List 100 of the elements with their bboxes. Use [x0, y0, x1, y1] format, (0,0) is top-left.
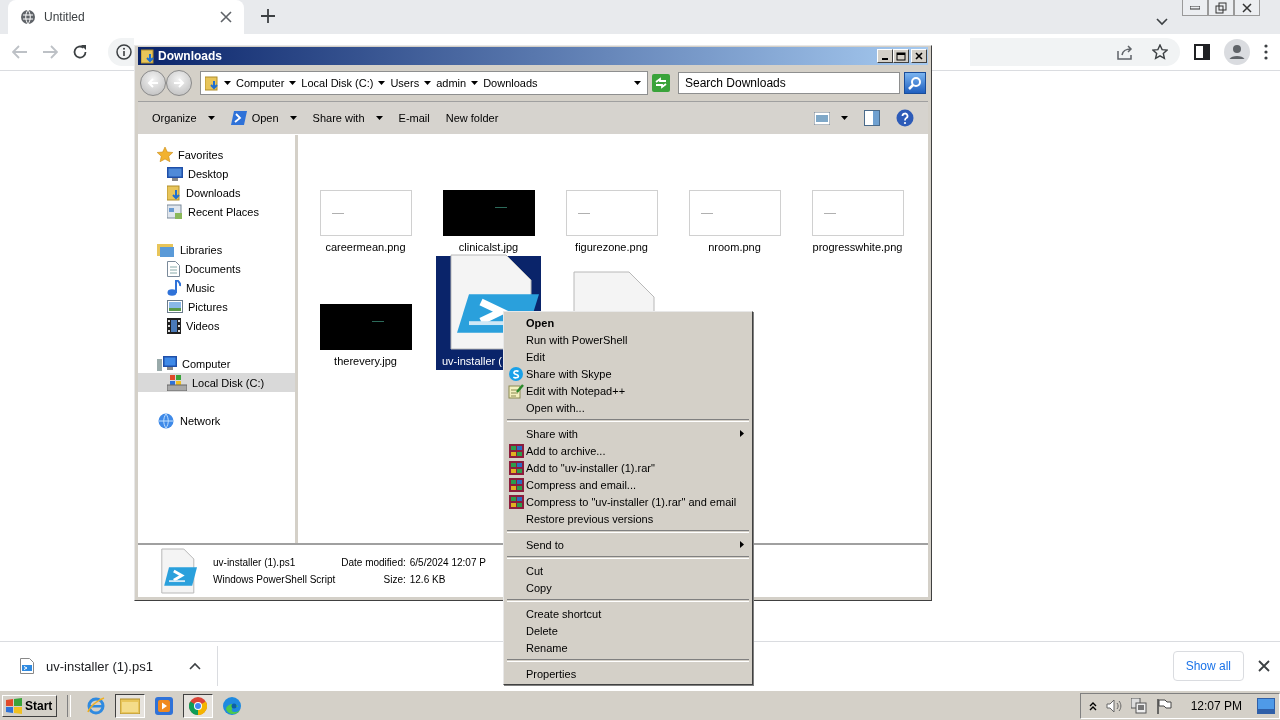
menu-item[interactable]: Add to archive... — [506, 442, 750, 459]
file-item[interactable]: therevery.jpg — [313, 256, 418, 370]
file-item[interactable]: figurezone.png — [559, 142, 664, 256]
menu-item[interactable]: Rename — [506, 639, 750, 656]
side-panel-button[interactable] — [1194, 44, 1210, 60]
nav-item[interactable]: Downloads — [138, 183, 295, 202]
caret-icon — [378, 81, 386, 85]
command-button[interactable]: Organize — [146, 106, 221, 130]
menu-item[interactable]: Copy — [506, 579, 750, 596]
search-field[interactable]: Search Downloads — [678, 72, 900, 94]
help-icon — [896, 109, 914, 127]
nav-item[interactable]: Local Disk (C:) — [138, 373, 295, 392]
command-button[interactable]: New folder — [439, 106, 505, 130]
nav-item[interactable]: Desktop — [138, 164, 295, 183]
menu-item[interactable]: Add to "uv-installer (1).rar" — [506, 459, 750, 476]
caret-icon — [375, 116, 383, 120]
star-icon — [1152, 44, 1168, 60]
menu-item[interactable]: Restore previous versions — [506, 510, 750, 527]
maximize-button[interactable] — [893, 49, 909, 63]
back-button[interactable] — [140, 70, 166, 96]
command-button[interactable]: Open — [224, 106, 303, 130]
bookmark-button[interactable] — [1152, 44, 1168, 60]
breadcrumb-item[interactable]: Users — [390, 77, 420, 89]
file-item[interactable]: nroom.png — [682, 142, 787, 256]
recent-places-icon — [167, 203, 183, 220]
breadcrumb-item[interactable]: Downloads — [483, 77, 538, 89]
info-icon — [116, 44, 132, 60]
pictures-icon — [167, 300, 183, 313]
clock: 12:07 PM — [1190, 698, 1242, 713]
desktop-icon — [167, 166, 183, 181]
folder-icon — [141, 48, 155, 64]
reload-icon — [72, 44, 88, 60]
music-icon — [167, 279, 181, 296]
refresh-button[interactable] — [652, 74, 670, 92]
tab-search-button[interactable] — [1156, 18, 1168, 26]
close-button[interactable] — [1258, 660, 1270, 672]
menu-item[interactable]: Create shortcut — [506, 605, 750, 622]
menu-item[interactable]: Properties — [506, 665, 750, 682]
nav-item[interactable]: Music — [138, 278, 295, 297]
menu-item[interactable]: Cut — [506, 562, 750, 579]
media-player-icon — [155, 696, 174, 715]
edge-icon — [223, 696, 242, 715]
browser-tab[interactable]: Untitled — [8, 0, 244, 34]
nav-item[interactable]: Videos — [138, 316, 295, 335]
refresh-icon — [652, 74, 670, 92]
taskbar-button[interactable] — [183, 693, 214, 718]
script-file-icon — [20, 658, 34, 674]
nav-item[interactable]: Pictures — [138, 297, 295, 316]
breadcrumb-item[interactable]: Computer — [236, 77, 285, 89]
show-hidden-icons-button[interactable] — [1088, 700, 1097, 711]
file-item[interactable]: progresswhite.png — [805, 142, 910, 256]
share-button[interactable] — [1116, 44, 1134, 60]
show-all-button[interactable]: Show all — [1172, 651, 1244, 681]
notepad-icon — [508, 382, 524, 399]
taskbar-button[interactable] — [115, 693, 146, 718]
file-item[interactable]: careermean.png — [313, 142, 418, 256]
nav-item[interactable]: Documents — [138, 259, 295, 278]
file-item[interactable]: clinicalst.jpg — [436, 142, 541, 256]
new-tab-button[interactable] — [258, 6, 278, 26]
nav-item[interactable]: Computer — [138, 354, 295, 373]
close-button[interactable] — [1234, 0, 1260, 16]
profile-button[interactable] — [1224, 39, 1250, 65]
menu-item[interactable]: Open with... — [506, 399, 750, 416]
menu-item[interactable]: Delete — [506, 622, 750, 639]
tab-title: Untitled — [44, 10, 86, 24]
maximize-icon — [896, 51, 906, 61]
menu-item[interactable]: Send to — [506, 536, 750, 553]
nav-item[interactable]: Libraries — [138, 240, 295, 259]
command-button[interactable]: E-mail — [392, 106, 436, 130]
nav-item[interactable]: Network — [138, 411, 295, 430]
document-icon — [167, 260, 180, 277]
menu-item[interactable]: Compress and email... — [506, 476, 750, 493]
address-dropdown-button[interactable] — [634, 81, 641, 85]
chevron-down-icon — [1156, 18, 1168, 26]
command-button[interactable]: Share with — [306, 106, 389, 130]
menu-button[interactable] — [1264, 44, 1268, 60]
address-field[interactable]: Computer Local Disk (C:) Users admin Downloads — [200, 71, 648, 95]
forward-button[interactable] — [166, 70, 192, 96]
caret-icon — [841, 116, 848, 120]
search-button[interactable] — [904, 72, 926, 94]
nav-item[interactable]: Recent Places — [138, 202, 295, 221]
tab-close-button[interactable] — [220, 11, 232, 23]
show-desktop-button[interactable] — [1257, 697, 1275, 714]
internet-explorer-icon — [87, 696, 106, 715]
menu-item[interactable]: Share with — [506, 425, 750, 442]
computer-icon — [157, 355, 177, 372]
breadcrumb-item[interactable]: Local Disk (C:) — [301, 77, 374, 89]
download-item[interactable]: uv-installer (1).ps1 — [20, 646, 218, 686]
start-button[interactable]: Start — [2, 694, 58, 717]
caret-icon — [207, 116, 215, 120]
restore-button[interactable] — [1208, 0, 1234, 16]
address-bar[interactable] — [108, 38, 134, 66]
nav-item[interactable]: Favorites — [138, 145, 295, 164]
reload-button[interactable] — [72, 44, 88, 60]
caret-icon — [289, 81, 297, 85]
menu-item[interactable]: Edit with Notepad++ — [506, 382, 750, 399]
forward-arrow-icon — [173, 78, 185, 88]
detail-label: Size: — [382, 574, 406, 585]
breadcrumb-item[interactable]: admin — [436, 77, 467, 89]
menu-item[interactable]: Compress to "uv-installer (1).rar" and email — [506, 493, 750, 510]
